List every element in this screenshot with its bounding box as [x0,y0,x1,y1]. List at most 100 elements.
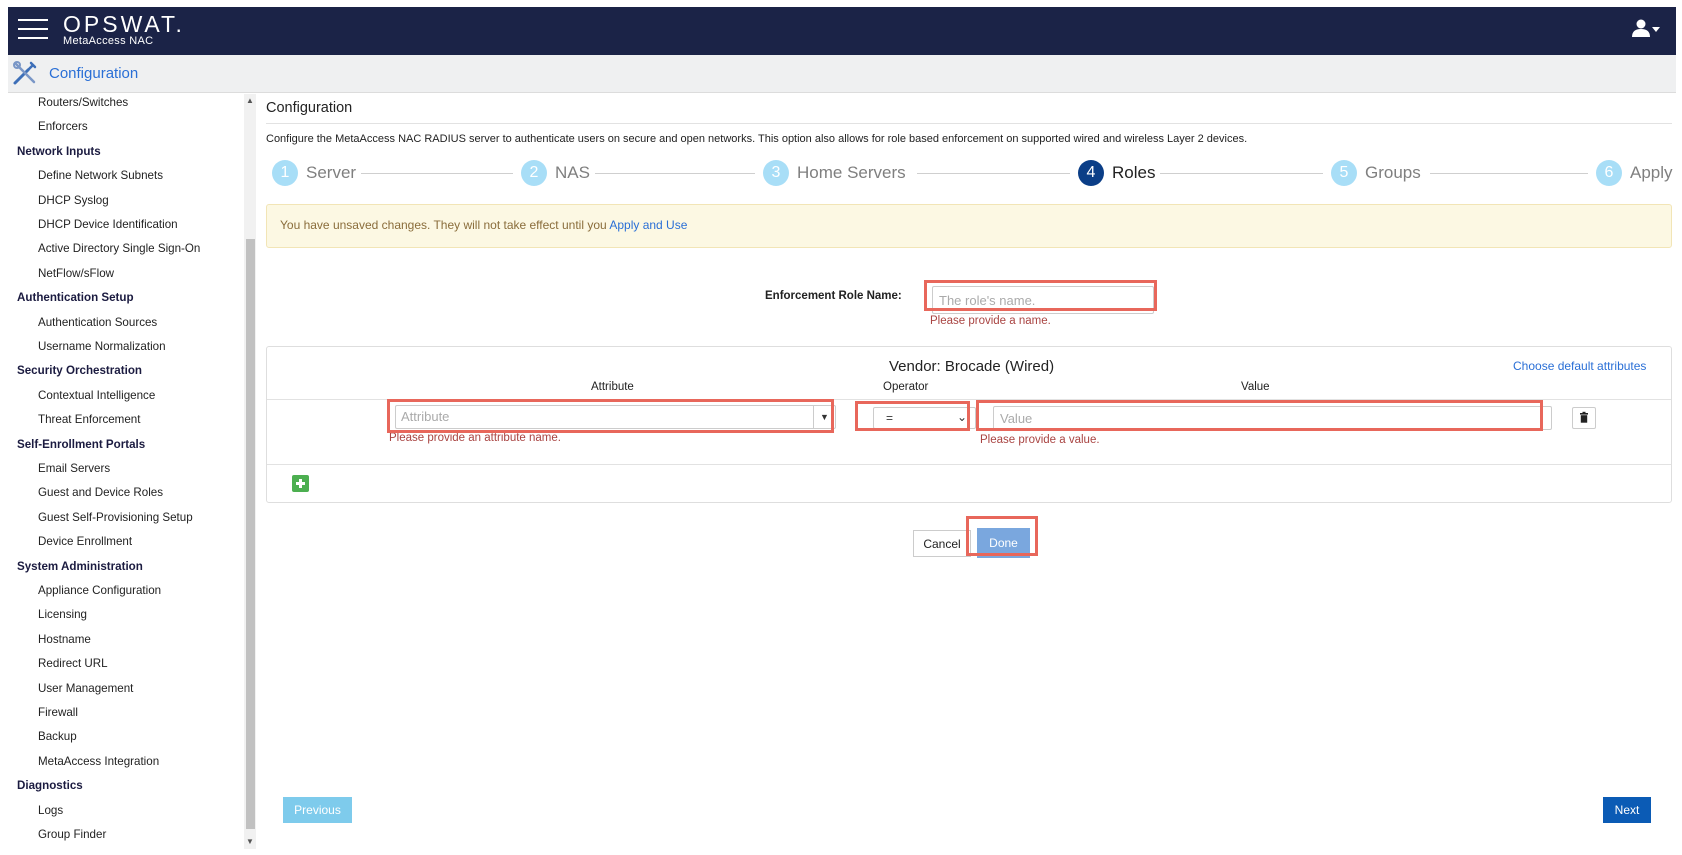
delete-row-button[interactable] [1572,407,1596,429]
logo: OPSWAT. MetaAccess NAC [63,11,185,47]
sidebar-item-hostname[interactable]: Hostname [38,633,91,646]
section-title[interactable]: Configuration [49,65,138,82]
role-name-label: Enforcement Role Name: [765,290,902,302]
done-button[interactable]: Done [977,528,1030,558]
caret-down-icon[interactable]: ▼ [813,406,835,428]
sidebar-item-email-servers[interactable]: Email Servers [38,462,110,475]
step-label: Groups [1365,163,1421,182]
column-header-value: Value [1241,381,1270,393]
sidebar-item-redirect-url[interactable]: Redirect URL [38,657,108,670]
sidebar-section-network-inputs: Network Inputs [17,144,101,158]
attribute-placeholder: Attribute [401,409,450,424]
step-number-badge: 2 [521,160,547,186]
sidebar-section-security-orchestration: Security Orchestration [17,364,142,378]
step-connector [1430,173,1588,174]
step-connector [1160,173,1323,174]
choose-default-attributes-link[interactable]: Choose default attributes [1513,359,1646,373]
sidebar-item-firewall[interactable]: Firewall [38,706,78,719]
brand-name: OPSWAT. [63,11,185,37]
step-label: Roles [1112,163,1156,182]
attribute-error: Please provide an attribute name. [389,432,561,444]
step-connector [595,173,755,174]
sidebar-item-logs[interactable]: Logs [38,804,63,817]
sidebar-item-threat-enforcement[interactable]: Threat Enforcement [38,413,140,426]
column-header-attribute: Attribute [591,381,634,393]
sidebar-item-metaaccess-integration[interactable]: MetaAccess Integration [38,755,159,768]
sidebar-item-define-network-subnets[interactable]: Define Network Subnets [38,169,163,182]
top-bar: OPSWAT. MetaAccess NAC [8,7,1676,55]
value-error: Please provide a value. [980,434,1100,446]
sidebar-item-guest-self-provisioning-setup[interactable]: Guest Self-Provisioning Setup [38,511,193,524]
tools-icon [12,60,38,86]
sidebar-item-active-directory-single-sign-on[interactable]: Active Directory Single Sign-On [38,242,200,255]
chevron-down-icon: ⌄ [956,410,967,424]
apply-and-use-link[interactable]: Apply and Use [609,218,687,232]
sidebar-item-contextual-intelligence[interactable]: Contextual Intelligence [38,389,155,402]
sidebar-item-licensing[interactable]: Licensing [38,608,87,621]
column-header-operator: Operator [883,381,929,393]
wizard-step-roles[interactable]: 4 Roles [1078,160,1155,186]
wizard-step-nas[interactable]: 2 NAS [521,160,590,186]
attribute-select[interactable]: Attribute ▼ [395,405,836,429]
sidebar-section-diagnostics: Diagnostics [17,779,83,793]
step-number-badge: 6 [1596,160,1622,186]
step-label: Home Servers [797,163,906,182]
step-number-badge: 4 [1078,160,1104,186]
step-connector [917,173,1070,174]
previous-button[interactable]: Previous [283,797,352,823]
wizard-step-server[interactable]: 1 Server [272,160,356,186]
sidebar-section-self-enrollment-portals: Self-Enrollment Portals [17,437,146,451]
user-menu-icon[interactable] [1632,19,1662,43]
sidebar-item-appliance-configuration[interactable]: Appliance Configuration [38,584,161,597]
step-connector [361,173,513,174]
hamburger-menu-icon[interactable] [18,19,48,43]
operator-select[interactable]: = ⌄ [873,407,976,429]
sidebar-item-enforcers[interactable]: Enforcers [38,120,88,133]
sidebar-item-netflow-sflow[interactable]: NetFlow/sFlow [38,267,114,280]
sidebar-item-user-management[interactable]: User Management [38,682,133,695]
next-button[interactable]: Next [1603,797,1651,823]
vendor-attributes-panel: Vendor: Brocade (Wired) Choose default a… [266,346,1672,503]
page-description: Configure the MetaAccess NAC RADIUS serv… [266,133,1248,145]
sidebar-item-guest-and-device-roles[interactable]: Guest and Device Roles [38,486,163,499]
divider [266,123,1672,124]
step-label: NAS [555,163,590,182]
wizard-step-apply[interactable]: 6 Apply [1596,160,1673,186]
wizard-step-home-servers[interactable]: 3 Home Servers [763,160,906,186]
sidebar-scrollbar-thumb[interactable] [246,239,255,829]
sidebar-item-dhcp-syslog[interactable]: DHCP Syslog [38,194,109,207]
sidebar-item-username-normalization[interactable]: Username Normalization [38,340,166,353]
step-label: Server [306,163,357,182]
operator-value: = [886,411,894,425]
scroll-down-arrow-icon[interactable]: ▼ [244,835,256,849]
step-number-badge: 1 [272,160,298,186]
trash-icon [1580,411,1588,423]
page-title: Configuration [266,100,353,116]
sidebar-item-group-finder[interactable]: Group Finder [38,828,106,841]
section-header: Configuration [8,55,1676,93]
wizard-step-groups[interactable]: 5 Groups [1331,160,1421,186]
step-number-badge: 5 [1331,160,1357,186]
sidebar-section-authentication-setup: Authentication Setup [17,291,134,305]
add-attribute-button[interactable] [292,475,309,492]
scroll-up-arrow-icon[interactable]: ▲ [244,94,256,108]
value-input[interactable] [993,406,1552,430]
sidebar-item-device-enrollment[interactable]: Device Enrollment [38,535,132,548]
alert-text: You have unsaved changes. They will not … [280,218,610,232]
sidebar-item-routers-switches[interactable]: Routers/Switches [38,96,128,109]
divider [267,399,1671,400]
app-frame: OPSWAT. MetaAccess NAC Configuration Rou… [8,7,1676,849]
vendor-title: Vendor: Brocade (Wired) [889,358,1055,375]
role-name-error: Please provide a name. [930,315,1051,327]
step-number-badge: 3 [763,160,789,186]
sidebar-section-system-administration: System Administration [17,559,143,573]
cancel-button[interactable]: Cancel [913,530,971,557]
step-label: Apply [1630,163,1673,182]
sidebar: Routers/Switches Enforcers Network Inputs D… [8,94,244,849]
sidebar-item-dhcp-device-identification[interactable]: DHCP Device Identification [38,218,178,231]
unsaved-changes-alert: You have unsaved changes. They will not … [266,204,1672,248]
divider [267,464,1671,465]
sidebar-item-authentication-sources[interactable]: Authentication Sources [38,316,157,329]
role-name-input[interactable] [932,286,1154,314]
sidebar-item-backup[interactable]: Backup [38,730,77,743]
